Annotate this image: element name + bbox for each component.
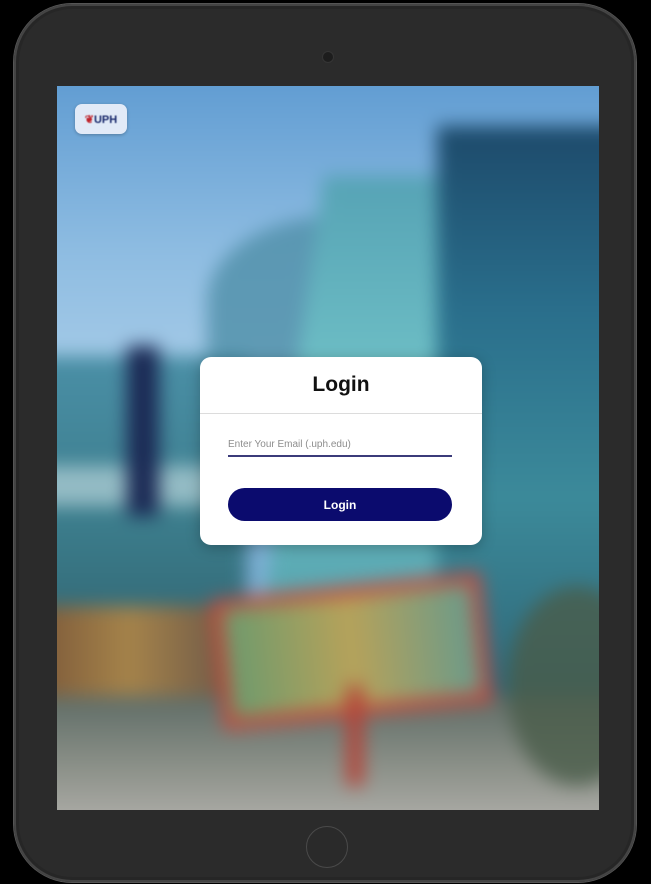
- uph-logo: ❦UPH: [75, 104, 127, 134]
- app-screen: ❦UPH Login Login: [57, 86, 599, 810]
- camera-icon: [323, 52, 333, 62]
- login-button[interactable]: Login: [228, 488, 452, 521]
- login-card: Login Login: [200, 357, 482, 545]
- email-input[interactable]: [228, 433, 452, 457]
- logo-label: UPH: [93, 113, 118, 126]
- logo-text: ❦UPH: [85, 113, 117, 126]
- home-button-icon[interactable]: [306, 826, 348, 868]
- card-divider: [200, 413, 482, 414]
- logo-mark: ❦: [84, 113, 94, 126]
- tablet-frame: ❦UPH Login Login: [14, 4, 636, 882]
- login-title: Login: [312, 373, 370, 396]
